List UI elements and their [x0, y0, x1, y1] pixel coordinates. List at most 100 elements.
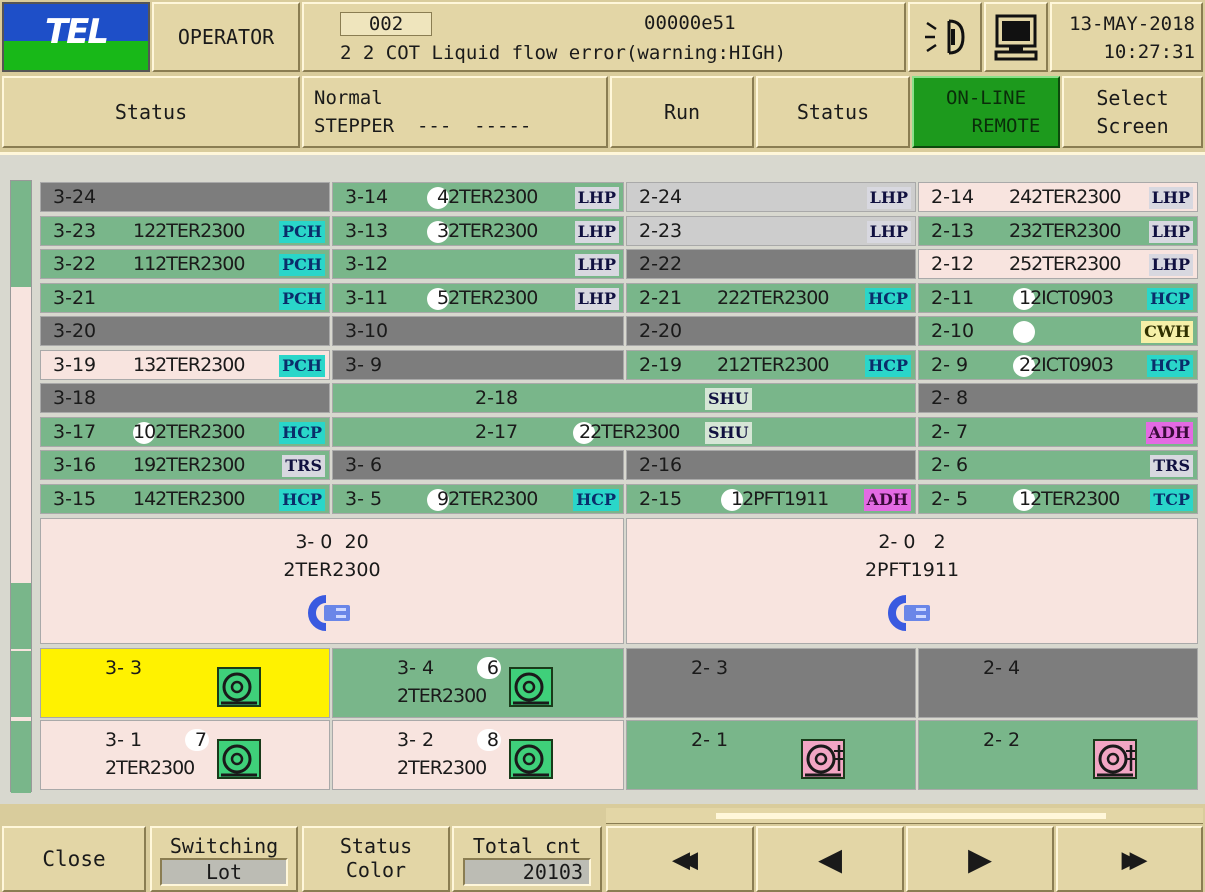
unit-id: 2-14: [931, 186, 975, 208]
unit-id: 2- 8: [931, 387, 969, 409]
unit-cell[interactable]: 3-18: [40, 383, 330, 413]
unit-id: 2-16: [639, 454, 683, 476]
unit-lot: 112TER2300: [133, 253, 245, 275]
robot-lot: 2TER2300: [283, 559, 381, 581]
robot-id: 2- 0 2: [878, 531, 946, 553]
unit-cell[interactable]: 2-23 LHP: [626, 215, 916, 246]
unit-cell[interactable]: 3-10: [332, 316, 624, 346]
unit-cell[interactable]: 2-15 12PFT1911 ADH: [626, 483, 916, 514]
wafer-alarm-icon: [801, 739, 845, 779]
unit-type-tag: SHU: [705, 421, 752, 444]
coater-unit[interactable]: 2- 1: [626, 720, 916, 790]
tower-scroll-indicator[interactable]: [10, 180, 32, 793]
unit-id: 3- 5: [345, 487, 383, 510]
unit-cell[interactable]: 2-17 22TER2300 SHU: [332, 416, 916, 447]
unit-cell[interactable]: 2-21 222TER2300 HCP: [626, 282, 916, 313]
unit-cell[interactable]: 3- 9: [332, 349, 624, 380]
unit-cell[interactable]: 2-14 242TER2300 LHP: [918, 182, 1198, 212]
coater-unit[interactable]: 3- 2 8 2TER2300: [332, 720, 624, 790]
unit-cell[interactable]: 3- 5 92TER2300 HCP: [332, 483, 624, 514]
coater-unit[interactable]: 3- 4 6 2TER2300: [332, 648, 624, 718]
unit-type-tag: HCP: [1147, 354, 1193, 377]
alarm-message-panel[interactable]: 002 00000e51 2 2 COT Liquid flow error(w…: [302, 2, 906, 72]
unit-cell[interactable]: 3-19 132TER2300 PCH: [40, 349, 330, 380]
unit-lot: 32TER2300: [437, 219, 538, 242]
prev-page-button[interactable]: ◀: [756, 826, 904, 892]
wafer-count-badge: [1013, 321, 1035, 343]
select-screen-button[interactable]: Select Screen: [1062, 76, 1203, 148]
alarm-number: 002: [340, 12, 432, 36]
unit-cell[interactable]: 3-22 112TER2300 PCH: [40, 249, 330, 279]
coater-unit[interactable]: 2- 3: [626, 648, 916, 718]
unit-id: 2-17: [475, 420, 519, 443]
unit-id: 3-17: [53, 420, 97, 443]
page-scrollbar[interactable]: [606, 808, 1203, 824]
next-page-button[interactable]: ▶: [906, 826, 1054, 892]
buzzer-stop-button[interactable]: [908, 2, 982, 72]
coater-lot: 2TER2300: [105, 757, 195, 779]
unit-id: 2-21: [639, 286, 683, 309]
unit-type-tag: LHP: [1148, 254, 1193, 276]
unit-cell[interactable]: 2-22: [626, 249, 916, 279]
unit-cell[interactable]: 2- 8: [918, 383, 1198, 413]
unit-cell[interactable]: 2-13 232TER2300 LHP: [918, 215, 1198, 246]
run-status-button[interactable]: Status: [756, 76, 910, 148]
unit-lot: 122TER2300: [133, 219, 245, 242]
unit-cell[interactable]: 2-18 SHU: [332, 383, 916, 413]
unit-type-tag: HCP: [1147, 287, 1193, 310]
status-color-button[interactable]: Status Color: [302, 826, 450, 892]
coater-id: 3- 2: [397, 729, 435, 751]
unit-cell[interactable]: 3- 6: [332, 450, 624, 480]
unit-cell[interactable]: 2-24 LHP: [626, 182, 916, 212]
coater-unit[interactable]: 2- 2: [918, 720, 1198, 790]
unit-cell[interactable]: 2- 7 ADH: [918, 416, 1198, 447]
run-button[interactable]: Run: [610, 76, 754, 148]
unit-cell[interactable]: 2-19 212TER2300 HCP: [626, 349, 916, 380]
coater-unit[interactable]: 3- 3: [40, 648, 330, 718]
unit-cell[interactable]: 3-17 102TER2300 HCP: [40, 416, 330, 447]
unit-cell[interactable]: 2-16: [626, 450, 916, 480]
unit-cell[interactable]: 2-10 CWH: [918, 316, 1198, 346]
unit-id: 2-11: [931, 286, 975, 309]
unit-lot: 252TER2300: [1009, 253, 1121, 275]
unit-cell[interactable]: 2- 9 22ICT0903 HCP: [918, 349, 1198, 380]
unit-type-tag: TRS: [282, 455, 325, 477]
unit-cell[interactable]: 3-24: [40, 182, 330, 212]
coater-unit[interactable]: 2- 4: [918, 648, 1198, 718]
unit-cell[interactable]: 2- 6 TRS: [918, 450, 1198, 480]
unit-cell[interactable]: 3-11 52TER2300 LHP: [332, 282, 624, 313]
status-button[interactable]: Status: [2, 76, 300, 148]
unit-cell[interactable]: 3-21 PCH: [40, 282, 330, 313]
unit-type-tag: HCP: [865, 354, 911, 377]
unit-cell[interactable]: 3-23 122TER2300 PCH: [40, 215, 330, 246]
transfer-robot-unit[interactable]: 3- 0 20 2TER2300: [40, 518, 624, 644]
coater-unit[interactable]: 3- 1 7 2TER2300: [40, 720, 330, 790]
unit-type-tag: HCP: [279, 488, 325, 511]
unit-cell[interactable]: 3-12 LHP: [332, 249, 624, 279]
unit-type-tag: ADH: [863, 488, 911, 511]
unit-cell[interactable]: 2-20: [626, 316, 916, 346]
unit-cell[interactable]: 3-15 142TER2300 HCP: [40, 483, 330, 514]
unit-cell[interactable]: 2-12 252TER2300 LHP: [918, 249, 1198, 279]
last-page-button[interactable]: ▶▶: [1056, 826, 1203, 892]
online-remote-button[interactable]: ON-LINE REMOTE: [912, 76, 1060, 148]
left-arrow-icon: ◀: [817, 836, 843, 882]
unit-id: 2- 9: [931, 353, 969, 376]
unit-cell[interactable]: 3-16 192TER2300 TRS: [40, 450, 330, 480]
unit-cell[interactable]: 3-14 42TER2300 LHP: [332, 182, 624, 212]
close-button[interactable]: Close: [2, 826, 146, 892]
unit-lot: 192TER2300: [133, 454, 245, 476]
remote-text: REMOTE: [971, 115, 1041, 137]
monitor-button[interactable]: [984, 2, 1048, 72]
unit-cell[interactable]: 3-13 32TER2300 LHP: [332, 215, 624, 246]
unit-type-tag: LHP: [866, 220, 911, 243]
unit-cell[interactable]: 2- 5 12TER2300 TCP: [918, 483, 1198, 514]
unit-cell[interactable]: 2-11 12ICT0903 HCP: [918, 282, 1198, 313]
operator-button[interactable]: OPERATOR: [152, 2, 300, 72]
transfer-robot-unit[interactable]: 2- 0 2 2PFT1911: [626, 518, 1198, 644]
online-text: ON-LINE: [945, 87, 1027, 109]
first-page-button[interactable]: ◀◀: [606, 826, 754, 892]
scrollbar-thumb[interactable]: [716, 813, 1106, 819]
unit-cell[interactable]: 3-20: [40, 316, 330, 346]
switching-button[interactable]: Switching Lot: [150, 826, 298, 892]
